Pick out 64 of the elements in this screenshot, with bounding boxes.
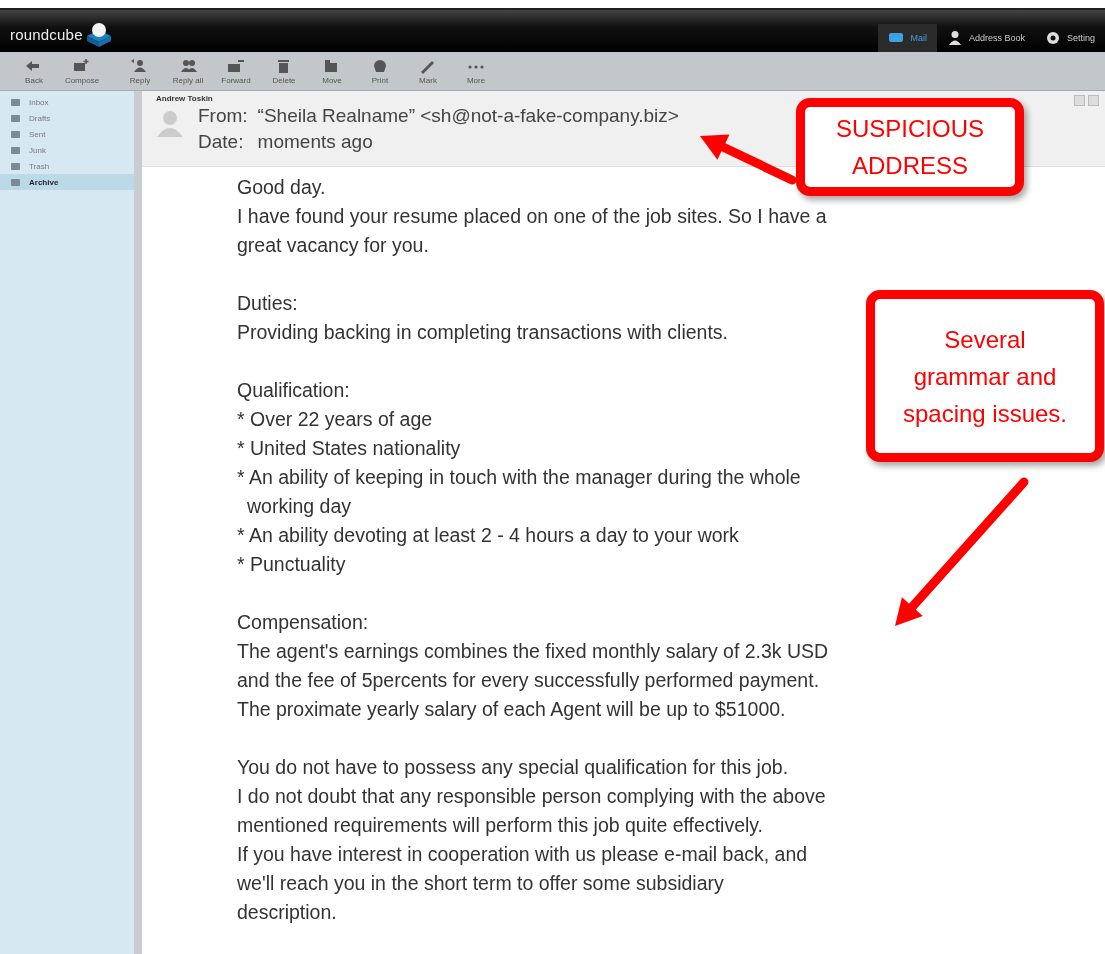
message-text-line: You do not have to possess any special qualification for this job. xyxy=(237,755,789,780)
from-label: From: xyxy=(198,104,248,128)
message-text-line: Providing backing in completing transactions with clients. xyxy=(237,320,728,345)
toolbar-button[interactable]: Compose xyxy=(60,57,104,85)
person-icon xyxy=(946,30,963,46)
message-subject: Andrew Toskin xyxy=(156,94,213,103)
toolbar-button[interactable]: Delete xyxy=(262,57,306,85)
toolbar-button[interactable]: Print xyxy=(358,57,402,85)
nav-tab[interactable]: Mail xyxy=(878,24,937,52)
message-text-line: we'll reach you in the short term to offer some subsidiary xyxy=(237,871,724,896)
message-text-line: I do not doubt that any responsible person complying with the above xyxy=(237,784,826,809)
nav-tab[interactable]: Address Book xyxy=(936,24,1035,52)
message-text-line: and the fee of 5percents for every successfully performed payment. xyxy=(237,668,820,693)
pager-button[interactable] xyxy=(1074,95,1085,106)
folder-icon xyxy=(10,160,21,172)
gear-icon xyxy=(1044,30,1061,46)
folder-item[interactable]: Inbox xyxy=(0,94,134,110)
message-text-line: If you have interest in cooperation with us please e-mail back, and xyxy=(237,842,808,867)
folder-item[interactable]: Trash xyxy=(0,158,134,174)
callout-box: Several grammar and spacing issues. xyxy=(866,290,1104,462)
pager-button[interactable] xyxy=(1088,95,1099,106)
message-text-line: * An ability of keeping in touch with the manager during the whole xyxy=(237,465,801,490)
folder-icon xyxy=(10,144,21,156)
folder-item[interactable]: Archive xyxy=(0,174,134,190)
folder-icon xyxy=(10,112,21,124)
message-text-line: working day xyxy=(246,494,352,519)
message-text-line: mentioned requirements will perform this job quite effectively. xyxy=(237,813,764,838)
toolbar-button[interactable]: Forward xyxy=(214,57,258,85)
date-label: Date: xyxy=(198,130,245,154)
toolbar-button[interactable]: More xyxy=(454,57,498,85)
folder-item[interactable]: Sent xyxy=(0,126,134,142)
message-text-line: The proximate yearly salary of each Agent will be up to $51000. xyxy=(237,697,786,722)
message-text-line: I have found your resume placed on one of the job sites. So I have a xyxy=(237,204,827,229)
toolbar-button[interactable]: Move xyxy=(310,57,354,85)
message-text-line: The agent's earnings combines the fixed monthly salary of 2.3k USD xyxy=(237,639,829,664)
app-logo-text: roundcube xyxy=(10,25,83,43)
cube-logo-icon xyxy=(84,20,113,48)
toolbar-button[interactable]: Reply all xyxy=(166,57,210,85)
toolbar-button[interactable]: Mark xyxy=(406,57,450,85)
folder-icon xyxy=(10,176,21,188)
folder-item[interactable]: Junk xyxy=(0,142,134,158)
message-text-line: * Punctuality xyxy=(237,552,346,577)
callout-box: SUSPICIOUS ADDRESS xyxy=(796,98,1024,196)
message-text-line: Good day. xyxy=(237,175,326,200)
folder-icon xyxy=(10,128,21,140)
reply-all-icon xyxy=(178,57,198,75)
message-text-line: Compensation: xyxy=(237,610,369,635)
avatar-icon xyxy=(156,109,184,137)
message-text-line: * United States nationality xyxy=(237,436,461,461)
toolbar-button[interactable]: Back xyxy=(12,57,56,85)
folder-icon xyxy=(10,96,21,108)
more-icon xyxy=(468,64,484,69)
message-text-line: * An ability devoting at least 2 - 4 hours a day to your work xyxy=(237,523,739,548)
forward-icon xyxy=(226,57,246,75)
message-text-line: description. xyxy=(237,900,337,925)
sender-address: “Sheila Realname” <sh@not-a-fake-company.biz> xyxy=(257,104,679,128)
toolbar-button[interactable]: Reply xyxy=(118,57,162,85)
message-text-line: Qualification: xyxy=(237,378,350,403)
folder-item[interactable]: Drafts xyxy=(0,110,134,126)
message-text-line: * Over 22 years of age xyxy=(237,407,433,432)
message-text-line: Duties: xyxy=(237,291,298,316)
message-text-line: great vacancy for you. xyxy=(237,233,429,258)
message-date: moments ago xyxy=(257,130,374,154)
nav-tab[interactable]: Setting xyxy=(1034,24,1105,52)
